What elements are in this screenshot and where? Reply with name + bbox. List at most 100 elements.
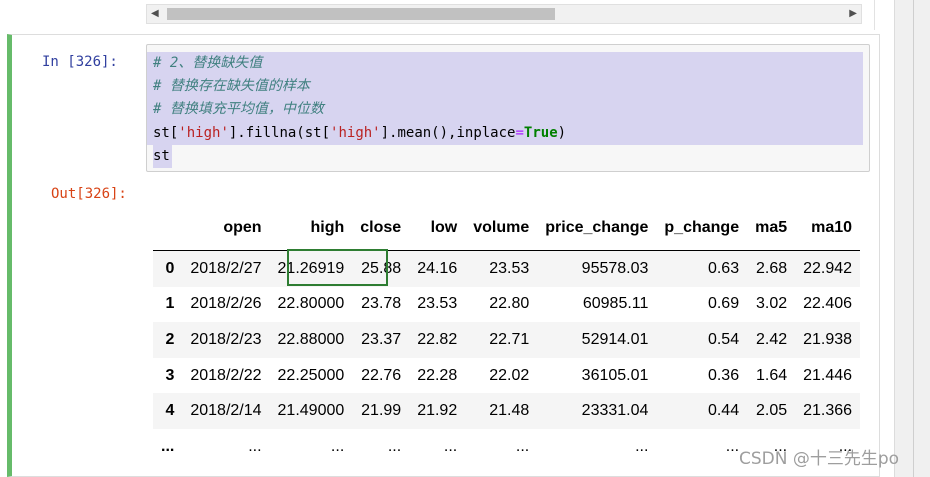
code-line-3: # 替换填充平均值，中位数 (147, 98, 863, 122)
table-header: open high close low volume price_change p_chan… (153, 205, 861, 251)
code-text: st[ (153, 124, 179, 141)
table-cell: ... (387, 437, 402, 455)
column-header: low (409, 205, 466, 251)
table-cell: 2.42 (755, 330, 788, 348)
column-header: ma10 (795, 205, 861, 251)
column-header (153, 205, 183, 251)
row-index: 2 (165, 330, 175, 348)
scroll-right-icon[interactable]: ▶ (849, 8, 857, 19)
table-cell: 22.02 (489, 366, 530, 384)
code-comment: # 替换填充平均值，中位数 (153, 101, 324, 118)
table-cell: 23.78 (361, 295, 402, 313)
code-string: 'high' (330, 124, 381, 141)
code-line-5: st (147, 144, 869, 168)
column-header: open (182, 205, 270, 251)
column-header: p_change (656, 205, 748, 251)
scrollbar-track-line (913, 0, 914, 477)
code-line-2: # 替换存在缺失值的样本 (147, 75, 863, 99)
row-index: 4 (165, 402, 175, 420)
table-cell: ... (515, 437, 530, 455)
table-cell: 21.48 (489, 402, 530, 420)
row-index: 1 (165, 295, 175, 313)
vertical-scrollbar[interactable] (894, 0, 930, 477)
table-cell: 22.88000 (277, 330, 345, 348)
code-comment: # 替换存在缺失值的样本 (153, 78, 310, 95)
scroll-left-icon[interactable]: ◀ (151, 8, 159, 19)
code-editor[interactable]: # 2、替换缺失值 # 替换存在缺失值的样本 # 替换填充平均值，中位数 st[… (146, 44, 870, 172)
code-line-1: # 2、替换缺失值 (147, 52, 863, 76)
table-row: 0 2018/2/27 21.26919 25.88 24.16 23.53 95578.0… (153, 250, 861, 287)
code-text: ].fillna(st[ (228, 124, 331, 141)
horizontal-scrollbar[interactable]: ◀ ▶ (146, 4, 862, 24)
table-cell: 22.406 (803, 295, 853, 313)
table-cell: 21.99 (361, 402, 402, 420)
code-keyword: True (523, 124, 558, 141)
table-cell: ... (248, 437, 262, 455)
table-cell: 52914.01 (581, 330, 649, 348)
table-cell: 22.25000 (277, 366, 345, 384)
table-cell: 1.64 (755, 366, 788, 384)
table-cell: 23331.04 (581, 402, 649, 420)
column-header: volume (465, 205, 538, 251)
watermark: CSDN @十三先生po (739, 449, 900, 469)
table-cell: 22.942 (803, 259, 853, 277)
code-text: ].mean(),inplace (380, 124, 516, 141)
output-prompt: Out[326]: (51, 186, 127, 202)
table-cell: 2.68 (755, 259, 788, 277)
table-cell: ... (725, 437, 740, 455)
column-header: ma5 (747, 205, 796, 251)
table-cell: 22.80 (489, 295, 530, 313)
table-cell: 2018/2/26 (190, 295, 262, 313)
table-cell: ... (330, 437, 345, 455)
code-comment: # 2、替换缺失值 (153, 55, 263, 71)
table-cell: 22.76 (361, 366, 402, 384)
table-row: 1 2018/2/26 22.80000 23.78 23.53 22.80 60985.1… (153, 286, 861, 323)
table-cell: 0.36 (707, 366, 740, 384)
row-index: 3 (165, 366, 175, 384)
column-header: price_change (537, 205, 657, 251)
table-cell: 21.26919 (277, 259, 345, 277)
column-header: close (352, 205, 410, 251)
input-prompt: In [326]: (42, 54, 118, 70)
column-header: high (269, 205, 353, 251)
divider (874, 0, 875, 30)
table-cell: 21.366 (803, 402, 853, 420)
table-row: 4 2018/2/14 21.49000 21.99 21.92 21.48 23331.0… (153, 393, 861, 429)
table-cell: 22.80000 (277, 295, 345, 313)
table-cell: 0.54 (707, 330, 740, 348)
dataframe-table: open high close low volume price_change p_chan… (153, 205, 861, 465)
code-text: st (153, 144, 172, 168)
table-cell: 21.938 (803, 330, 853, 348)
table-body: 0 2018/2/27 21.26919 25.88 24.16 23.53 95578.0… (153, 250, 861, 465)
table-cell: 2018/2/22 (190, 366, 262, 384)
table-cell: 22.82 (417, 330, 458, 348)
table-cell: 0.44 (707, 402, 740, 420)
code-line-4: st['high'].fillna(st['high'].mean(),inpl… (147, 121, 863, 145)
table-cell: 23.37 (361, 330, 402, 348)
table-cell: 22.28 (417, 366, 458, 384)
table-cell: 21.92 (417, 402, 458, 420)
table-cell: 2.05 (755, 402, 788, 420)
table-cell: 3.02 (755, 295, 788, 313)
table-cell: 2018/2/23 (190, 330, 262, 348)
table-cell: 23.53 (489, 259, 530, 277)
table-cell: 0.63 (707, 259, 740, 277)
table-row: 3 2018/2/22 22.25000 22.76 22.28 22.02 36105.0… (153, 357, 861, 394)
table-cell: 21.446 (803, 366, 853, 384)
row-index: 0 (165, 259, 175, 277)
table-cell: 23.53 (417, 295, 458, 313)
table-cell: 95578.03 (581, 259, 649, 277)
row-index: ... (161, 437, 175, 455)
table-cell: ... (635, 437, 649, 455)
table-cell: 0.69 (707, 295, 740, 313)
scrollbar-thumb[interactable] (167, 8, 555, 20)
table-row: 2 2018/2/23 22.88000 23.37 22.82 22.71 52914.0… (153, 322, 861, 358)
code-text: ) (557, 124, 567, 141)
table-cell: 2018/2/27 (190, 259, 262, 277)
table-cell: 24.16 (417, 259, 458, 277)
code-string: 'high' (178, 124, 229, 141)
table-cell: ... (443, 437, 458, 455)
table-cell: 22.71 (489, 330, 530, 348)
table-cell: 36105.01 (581, 366, 649, 384)
table-cell: 21.49000 (277, 402, 345, 420)
